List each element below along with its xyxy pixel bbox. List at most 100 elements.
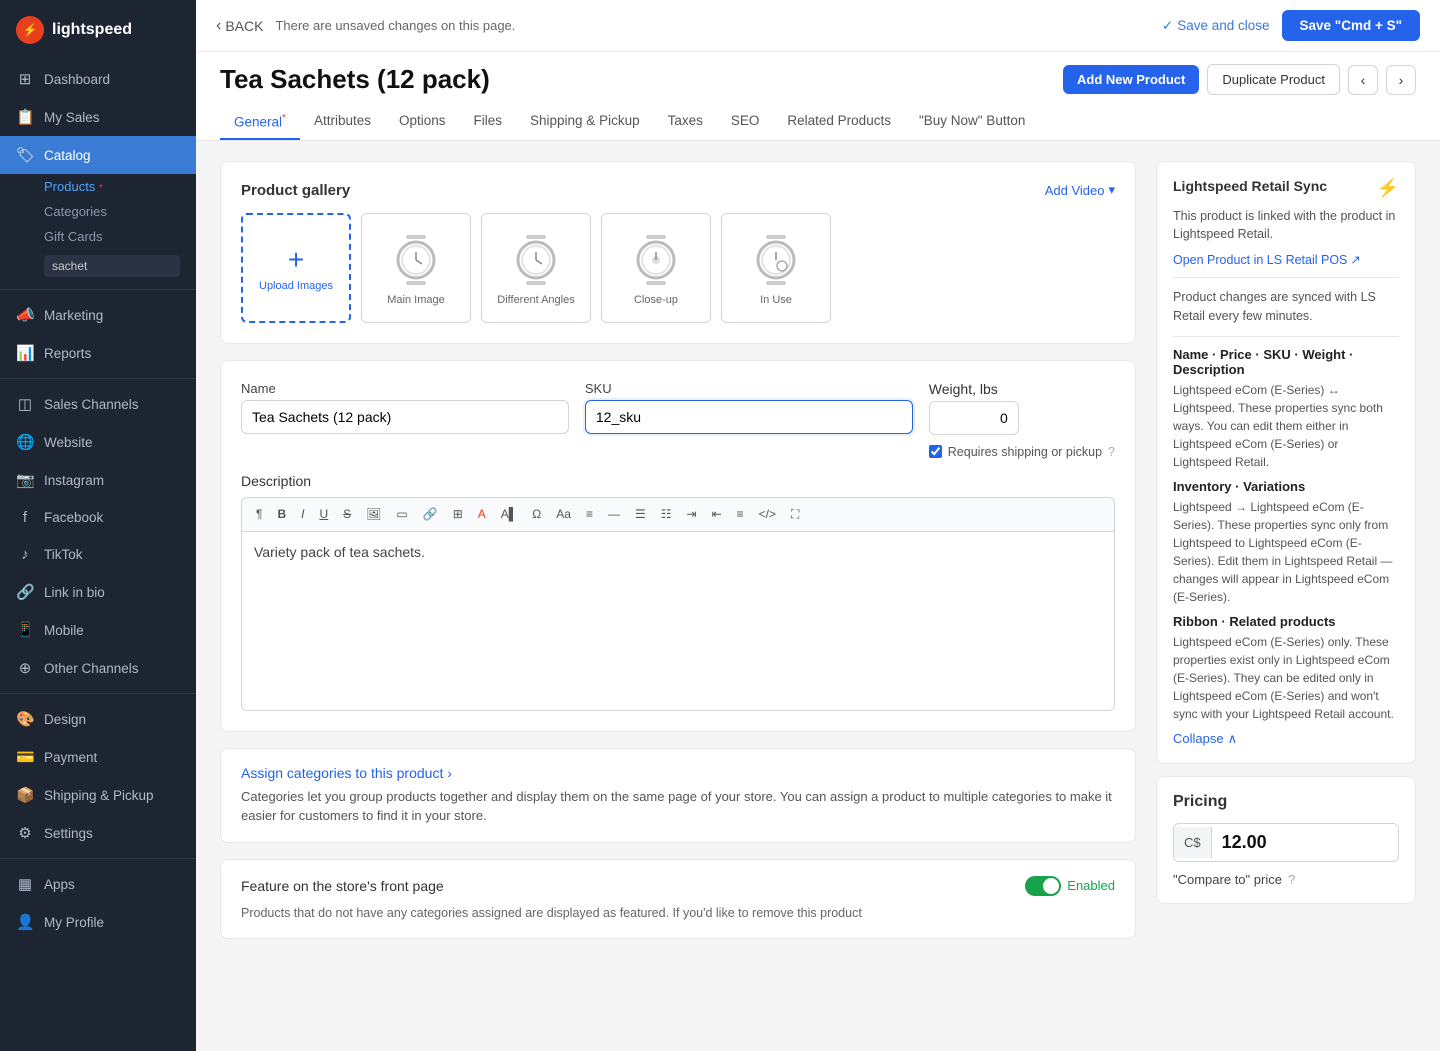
name-input[interactable] — [241, 400, 569, 434]
toolbar-underline[interactable]: U — [313, 504, 334, 525]
sidebar-item-instagram[interactable]: 📷 Instagram — [0, 461, 196, 499]
logo-text: lightspeed — [52, 21, 132, 39]
tab-seo[interactable]: SEO — [717, 105, 774, 140]
toolbar-paragraph[interactable]: ¶ — [250, 504, 268, 525]
sidebar-item-label: Apps — [44, 877, 75, 892]
compare-help-icon[interactable]: ? — [1288, 872, 1295, 887]
tab-related-products[interactable]: Related Products — [773, 105, 905, 140]
tab-options[interactable]: Options — [385, 105, 460, 140]
watch-svg-angles — [506, 230, 566, 290]
tab-buy-now[interactable]: "Buy Now" Button — [905, 105, 1039, 140]
sidebar-item-facebook[interactable]: f Facebook — [0, 499, 196, 536]
sidebar-logo[interactable]: ⚡ lightspeed — [0, 0, 196, 60]
toolbar-outdent[interactable]: ⇤ — [706, 504, 728, 525]
sidebar-item-label: Dashboard — [44, 72, 110, 87]
sidebar-item-label: Link in bio — [44, 585, 105, 600]
open-retail-link[interactable]: Open Product in LS Retail POS ↗ — [1173, 252, 1399, 267]
sidebar-sub-categories[interactable]: Categories — [0, 199, 196, 224]
toggle-switch[interactable] — [1025, 876, 1061, 896]
sidebar-item-label: Facebook — [44, 510, 103, 525]
tab-attributes[interactable]: Attributes — [300, 105, 385, 140]
feature-toggle[interactable]: Enabled — [1025, 876, 1115, 896]
sidebar-item-my-sales[interactable]: 📋 My Sales — [0, 98, 196, 136]
save-close-button[interactable]: ✓ Save and close — [1162, 18, 1270, 34]
toolbar-align-right[interactable]: ≡ — [731, 504, 750, 525]
toolbar-font-size[interactable]: Aa — [550, 504, 577, 525]
upload-images-button[interactable]: + Upload Images — [241, 213, 351, 323]
sidebar-sub-products[interactable]: Products * — [0, 174, 196, 199]
save-primary-button[interactable]: Save "Cmd + S" — [1282, 10, 1420, 41]
divider3 — [0, 693, 196, 694]
sidebar-item-mobile[interactable]: 📱 Mobile — [0, 611, 196, 649]
toolbar-font-color[interactable]: A — [472, 504, 492, 525]
gallery-image-inuse[interactable]: In Use — [721, 213, 831, 323]
assign-categories-link[interactable]: Assign categories to this product › — [241, 765, 1115, 781]
toolbar-align-center[interactable]: — — [602, 504, 626, 525]
sidebar-item-tiktok[interactable]: ♪ TikTok — [0, 536, 196, 573]
toolbar-unordered-list[interactable]: ☰ — [629, 504, 652, 525]
sidebar-item-shipping[interactable]: 📦 Shipping & Pickup — [0, 776, 196, 814]
search-input[interactable] — [44, 255, 180, 277]
categories-card: Assign categories to this product › Cate… — [220, 748, 1136, 843]
sidebar-item-dashboard[interactable]: ⊞ Dashboard — [0, 60, 196, 98]
toolbar-image[interactable]: 🖼 — [360, 504, 387, 525]
toolbar-strikethrough[interactable]: S — [337, 504, 357, 525]
mobile-icon: 📱 — [16, 621, 34, 639]
gallery-image-main[interactable]: Main Image — [361, 213, 471, 323]
sidebar-item-sales-channels[interactable]: ◫ Sales Channels — [0, 385, 196, 423]
add-video-button[interactable]: Add Video ▾ — [1045, 182, 1115, 198]
price-input[interactable] — [1212, 824, 1398, 861]
tab-taxes[interactable]: Taxes — [654, 105, 717, 140]
sidebar-item-apps[interactable]: ▦ Apps — [0, 865, 196, 903]
toolbar-indent[interactable]: ⇥ — [681, 504, 703, 525]
shipping-checkbox[interactable] — [929, 445, 942, 458]
external-link-icon: ↗ — [1350, 252, 1360, 267]
sidebar-item-settings[interactable]: ⚙ Settings — [0, 814, 196, 852]
prev-product-button[interactable]: ‹ — [1348, 65, 1378, 95]
feature-label: Feature on the store's front page — [241, 878, 444, 894]
sync-divider1 — [1173, 277, 1399, 278]
sidebar-item-payment[interactable]: 💳 Payment — [0, 738, 196, 776]
toolbar-fullscreen[interactable]: ⛶ — [785, 504, 805, 525]
sidebar-item-other-channels[interactable]: ⊕ Other Channels — [0, 649, 196, 687]
next-product-button[interactable]: › — [1386, 65, 1416, 95]
sidebar-item-link-in-bio[interactable]: 🔗 Link in bio — [0, 573, 196, 611]
sidebar-item-website[interactable]: 🌐 Website — [0, 423, 196, 461]
tab-shipping-pickup[interactable]: Shipping & Pickup — [516, 105, 654, 140]
gallery-image-angles[interactable]: Different Angles — [481, 213, 591, 323]
tab-general[interactable]: General* — [220, 105, 300, 140]
toolbar-align-left[interactable]: ≡ — [580, 504, 599, 525]
duplicate-product-button[interactable]: Duplicate Product — [1207, 64, 1340, 95]
collapse-button[interactable]: Collapse ∧ — [1173, 731, 1399, 747]
toolbar-media[interactable]: ▭ — [390, 504, 413, 525]
toolbar-special-chars[interactable]: Ω — [526, 504, 547, 525]
toolbar-table[interactable]: ⊞ — [447, 504, 469, 525]
toolbar-ordered-list[interactable]: ☷ — [655, 504, 678, 525]
back-button[interactable]: ‹ BACK — [216, 17, 263, 35]
help-icon[interactable]: ? — [1108, 445, 1115, 459]
pricing-title: Pricing — [1173, 793, 1399, 811]
sidebar-item-marketing[interactable]: 📣 Marketing — [0, 296, 196, 334]
gallery-title: Product gallery — [241, 182, 350, 199]
sidebar-item-catalog[interactable]: 🏷 Catalog — [0, 136, 196, 174]
sku-input[interactable] — [585, 400, 913, 434]
weight-input[interactable] — [929, 401, 1019, 435]
feature-card: Feature on the store's front page Enable… — [220, 859, 1136, 940]
toolbar-italic[interactable]: I — [295, 504, 310, 525]
toolbar-code[interactable]: </> — [753, 504, 782, 525]
sidebar-sub-gift-cards[interactable]: Gift Cards — [0, 224, 196, 249]
toolbar-link[interactable]: 🔗 — [417, 504, 444, 525]
divider2 — [0, 378, 196, 379]
add-new-product-button[interactable]: Add New Product — [1063, 65, 1199, 94]
toolbar-bold[interactable]: B — [271, 504, 292, 525]
description-editor[interactable]: Variety pack of tea sachets. — [241, 531, 1115, 711]
toolbar-bg-color[interactable]: A▌ — [495, 504, 524, 525]
sidebar-item-design[interactable]: 🎨 Design — [0, 700, 196, 738]
sidebar-item-reports[interactable]: 📊 Reports — [0, 334, 196, 372]
page-title: Tea Sachets (12 pack) — [220, 64, 490, 95]
sidebar-item-my-profile[interactable]: 👤 My Profile — [0, 903, 196, 941]
sku-group: SKU — [585, 381, 913, 459]
tab-files[interactable]: Files — [460, 105, 517, 140]
feature-description: Products that do not have any categories… — [241, 904, 1115, 923]
gallery-image-closeup[interactable]: Close-up — [601, 213, 711, 323]
